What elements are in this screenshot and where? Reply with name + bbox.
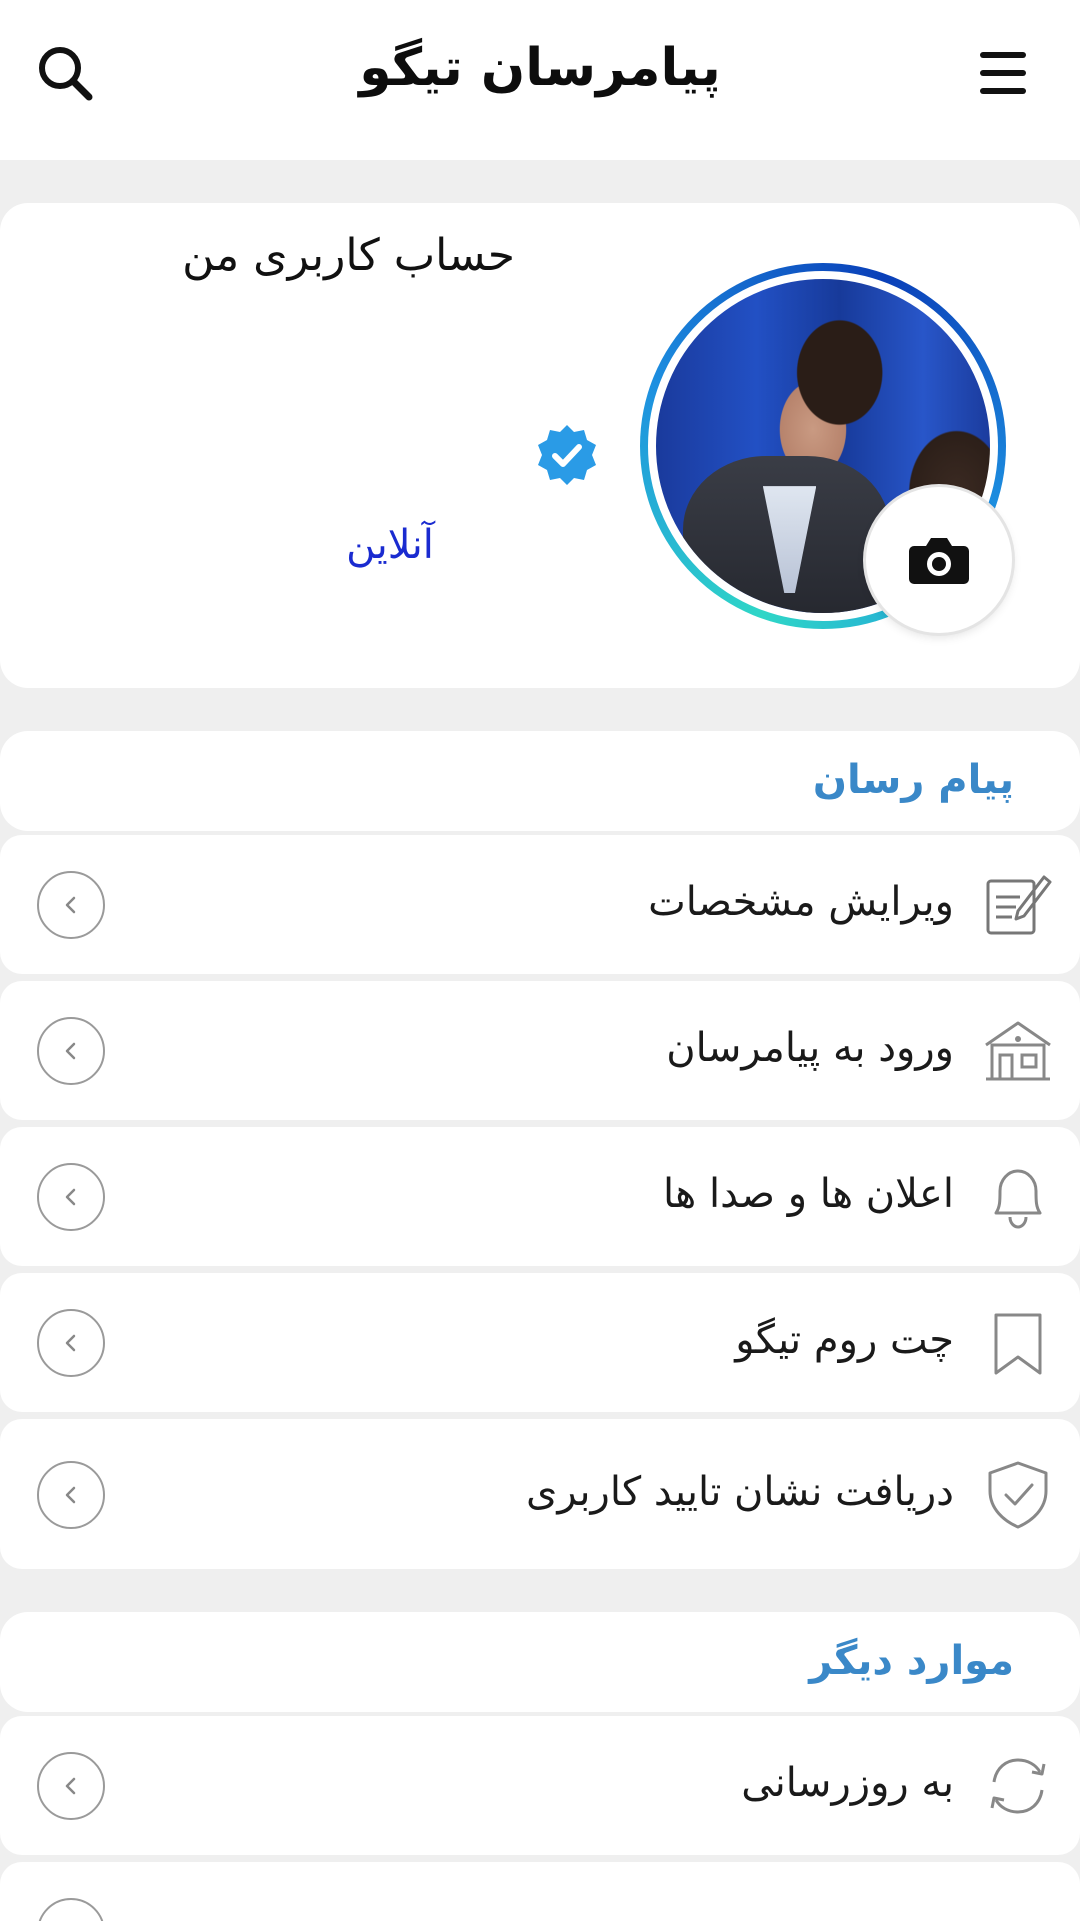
menu-item-label: چت روم تیگو [735,1317,954,1363]
menu-item-label: دریافت نشان تایید کاربری [526,1469,954,1515]
chevron-left-icon[interactable] [37,1017,105,1085]
profile-settings-screen: پیامرسان تیگو حساب کاربری من آنلاین پیام… [0,0,1080,1921]
search-icon[interactable] [34,42,96,104]
menu-item-label: ورود به پیامرسان [666,1025,954,1071]
app-title: پیامرسان تیگو [359,38,721,98]
section-header-messenger: پیام رسان [0,731,1080,831]
app-bar: پیامرسان تیگو [0,0,1080,160]
online-status: آنلاین [346,522,434,568]
section-title: موارد دیگر [809,1638,1014,1684]
edit-note-icon [982,867,1054,939]
verified-badge-icon [534,422,600,488]
menu-item-notifications[interactable]: اعلان ها و صدا ها [0,1127,1080,1266]
chevron-left-icon[interactable] [37,871,105,939]
building-icon [982,1015,1054,1087]
chevron-left-icon[interactable] [37,1752,105,1820]
camera-icon [909,538,969,584]
chevron-left-icon[interactable] [37,1163,105,1231]
menu-item-label: اعلان ها و صدا ها [662,1171,954,1217]
menu-item-label: به روزرسانی [741,1760,954,1806]
chevron-left-icon[interactable] [37,1309,105,1377]
bell-icon [982,1161,1054,1233]
menu-item-partial[interactable] [0,1862,1080,1921]
shield-check-icon [982,1459,1054,1531]
camera-button[interactable] [866,487,1012,633]
section-header-other: موارد دیگر [0,1612,1080,1712]
section-title: پیام رسان [812,757,1014,803]
menu-item-label: ویرایش مشخصات [648,879,954,925]
profile-name: حساب کاربری من [182,230,515,281]
menu-item-chat-room[interactable]: چت روم تیگو [0,1273,1080,1412]
menu-item-edit-profile[interactable]: ویرایش مشخصات [0,835,1080,974]
bookmark-icon [982,1307,1054,1379]
chevron-left-icon[interactable] [37,1898,105,1921]
menu-item-login[interactable]: ورود به پیامرسان [0,981,1080,1120]
menu-item-verification-badge[interactable]: دریافت نشان تایید کاربری [0,1419,1080,1569]
menu-item-update[interactable]: به روزرسانی [0,1716,1080,1855]
chevron-left-icon[interactable] [37,1461,105,1529]
refresh-icon [982,1750,1054,1822]
